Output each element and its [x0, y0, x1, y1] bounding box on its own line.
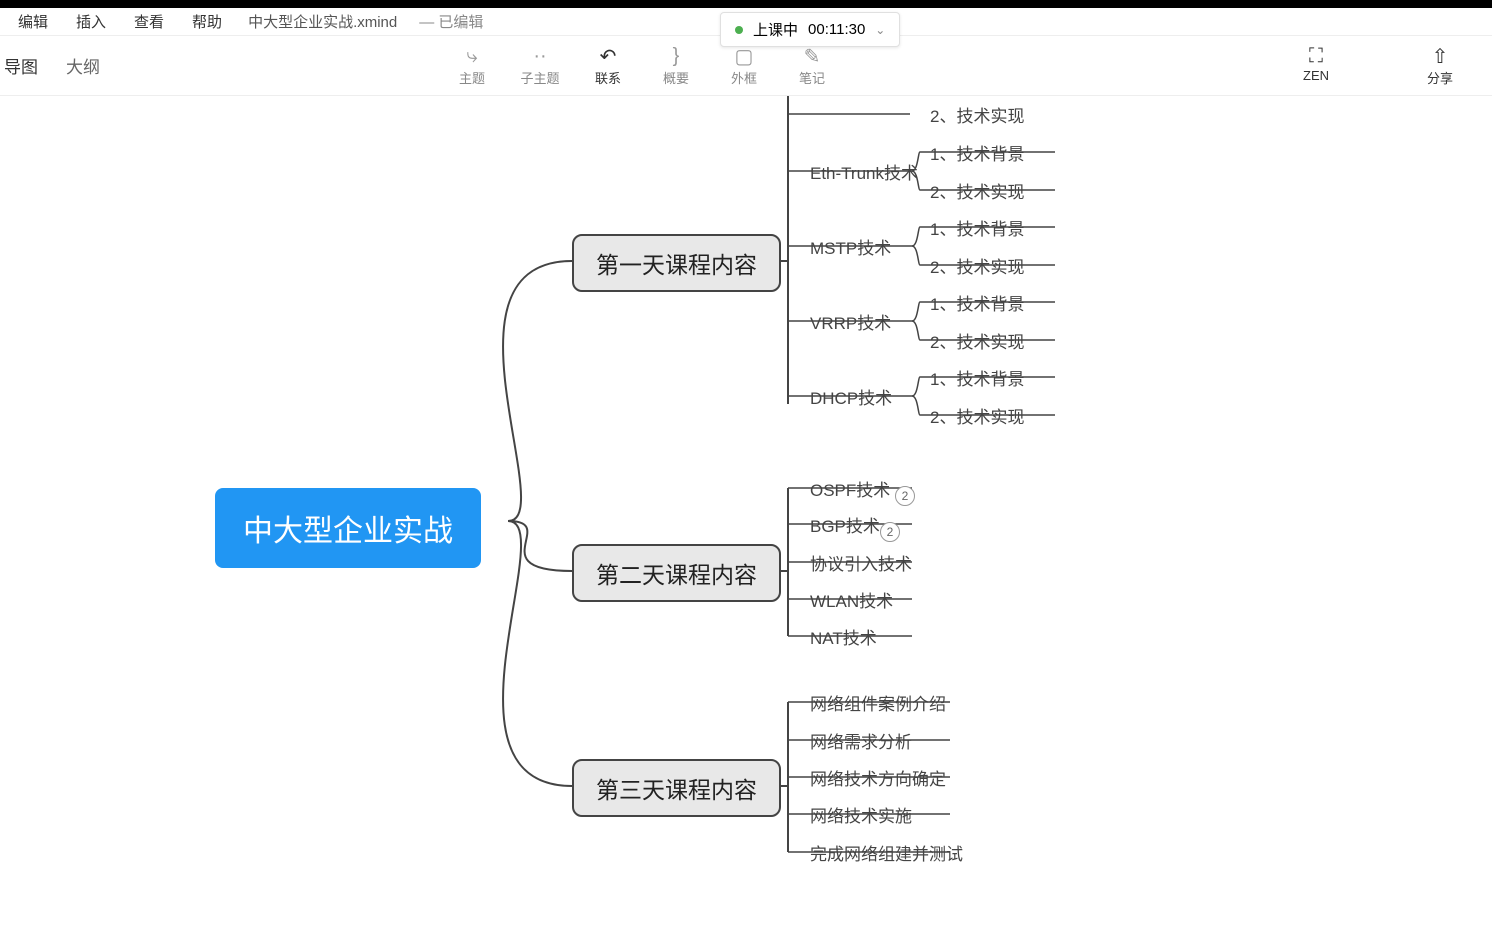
day3-item-3[interactable]: 网络技术实施 [810, 802, 912, 827]
menu-edit[interactable]: 编辑 [18, 11, 48, 32]
day1-item-1[interactable]: MSTP技术 [810, 234, 891, 259]
day2-item-0[interactable]: OSPF技术 [810, 476, 890, 501]
day3-item-4[interactable]: 完成网络组建并测试 [810, 840, 963, 865]
boundary-icon: ▢ [712, 44, 776, 68]
day3-topic[interactable]: 第三天课程内容 [572, 759, 781, 817]
day2-item-4[interactable]: NAT技术 [810, 624, 877, 649]
summary-button[interactable]: }概要 [644, 40, 708, 91]
tab-outline[interactable]: 大纲 [66, 53, 100, 78]
menu-help[interactable]: 帮助 [192, 11, 222, 32]
day1-item-3-sub-1[interactable]: 2、技术实现 [930, 403, 1024, 428]
boundary-button[interactable]: ▢外框 [712, 40, 776, 91]
recording-label: 上课中 [753, 19, 798, 40]
day1-item-0[interactable]: Eth-Trunk技术 [810, 159, 918, 184]
day3-item-1[interactable]: 网络需求分析 [810, 728, 912, 753]
root-topic[interactable]: 中大型企业实战 [215, 488, 481, 568]
day1-item-0-sub-1[interactable]: 2、技术实现 [930, 178, 1024, 203]
day1-topic[interactable]: 第一天课程内容 [572, 234, 781, 292]
tab-mindmap[interactable]: 导图 [4, 53, 38, 78]
topic-icon: ⤷ [440, 44, 504, 68]
toolbar-right: ⛶ZEN ⇧分享 [1284, 40, 1472, 91]
relation-icon: ↶ [576, 44, 640, 68]
menu-view[interactable]: 查看 [134, 11, 164, 32]
recording-status-pill[interactable]: 上课中 00:11:30 ⌄ [720, 12, 900, 47]
day1-item-2-sub-0[interactable]: 1、技术背景 [930, 290, 1024, 315]
day1-item-3-sub-0[interactable]: 1、技术背景 [930, 365, 1024, 390]
relation-button[interactable]: ↶联系 [576, 40, 640, 91]
day1-extra-sub[interactable]: 2、技术实现 [930, 102, 1024, 127]
toolbar-center: ⤷主题 ··子主题 ↶联系 }概要 ▢外框 ✎笔记 [440, 40, 844, 91]
note-button[interactable]: ✎笔记 [780, 40, 844, 91]
day3-item-2[interactable]: 网络技术方向确定 [810, 765, 946, 790]
edited-status: — 已编辑 [419, 11, 483, 32]
day3-item-0[interactable]: 网络组件案例介绍 [810, 690, 946, 715]
share-icon: ⇧ [1408, 44, 1472, 68]
day2-item-2[interactable]: 协议引入技术 [810, 550, 912, 575]
day1-item-3[interactable]: DHCP技术 [810, 384, 892, 409]
summary-icon: } [644, 44, 708, 68]
note-icon: ✎ [780, 44, 844, 68]
mindmap-canvas[interactable]: 中大型企业实战 第一天课程内容 第二天课程内容 第三天课程内容 2、技术实现 E… [0, 96, 1492, 933]
topic-button[interactable]: ⤷主题 [440, 40, 504, 91]
day1-item-1-sub-1[interactable]: 2、技术实现 [930, 253, 1024, 278]
window-top-bar [0, 0, 1492, 8]
zen-button[interactable]: ⛶ZEN [1284, 40, 1348, 91]
status-dot-icon [735, 26, 743, 34]
subtopic-icon: ·· [508, 44, 572, 68]
day2-badge-0: 2 [895, 486, 915, 506]
menu-insert[interactable]: 插入 [76, 11, 106, 32]
day1-item-2[interactable]: VRRP技术 [810, 309, 891, 334]
subtopic-button[interactable]: ··子主题 [508, 40, 572, 91]
day1-item-2-sub-1[interactable]: 2、技术实现 [930, 328, 1024, 353]
day2-topic[interactable]: 第二天课程内容 [572, 544, 781, 602]
zen-icon: ⛶ [1284, 44, 1348, 68]
recording-time: 00:11:30 [808, 21, 865, 38]
day2-badge-1: 2 [880, 522, 900, 542]
document-title: 中大型企业实战.xmind [248, 11, 397, 32]
day1-item-1-sub-0[interactable]: 1、技术背景 [930, 215, 1024, 240]
day1-item-0-sub-0[interactable]: 1、技术背景 [930, 140, 1024, 165]
view-tabs: 导图 大纲 [0, 53, 100, 78]
day2-item-1[interactable]: BGP技术 [810, 512, 880, 537]
day2-item-3[interactable]: WLAN技术 [810, 587, 893, 612]
share-button[interactable]: ⇧分享 [1408, 40, 1472, 91]
chevron-down-icon: ⌄ [875, 23, 885, 37]
